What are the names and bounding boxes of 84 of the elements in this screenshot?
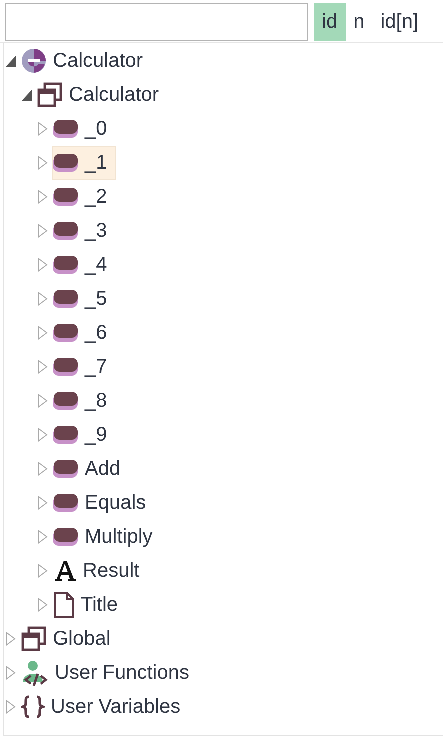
tree-item[interactable]: _0 xyxy=(52,112,116,146)
tree-item-label: _2 xyxy=(85,186,108,208)
tree-item[interactable]: User Variables xyxy=(20,690,190,724)
tree-item[interactable]: Global xyxy=(20,622,120,656)
filter-mode-toggle[interactable]: id xyxy=(314,3,346,41)
button-shape-icon xyxy=(53,187,79,207)
expand-arrow-icon[interactable] xyxy=(37,258,49,272)
tree-item[interactable]: _3 xyxy=(52,214,116,248)
button-shape-icon xyxy=(53,425,79,445)
button-shape-icon xyxy=(53,221,79,241)
tree-item-label: _5 xyxy=(85,288,108,310)
button-shape-icon xyxy=(53,119,79,139)
expand-arrow-icon[interactable] xyxy=(37,122,49,136)
tree-item[interactable]: User Functions xyxy=(20,656,198,690)
tree-item-label: _8 xyxy=(85,390,108,412)
tree-item[interactable]: _6 xyxy=(52,316,116,350)
tree-item-label: Result xyxy=(83,560,140,582)
tree-item[interactable]: _1 xyxy=(52,146,116,180)
tree-item[interactable]: _2 xyxy=(52,180,116,214)
tree-item-label: _6 xyxy=(85,322,108,344)
button-shape-icon xyxy=(53,323,79,343)
person-code-icon xyxy=(21,660,49,686)
button-shape-icon xyxy=(53,493,79,513)
expand-arrow-icon[interactable] xyxy=(37,360,49,374)
tree-item[interactable]: _5 xyxy=(52,282,116,316)
expand-arrow-icon[interactable] xyxy=(37,190,49,204)
tree-item[interactable]: Calculator xyxy=(20,44,152,78)
letter-icon xyxy=(53,560,77,582)
tree-item[interactable]: Multiply xyxy=(52,520,162,554)
tree-item[interactable]: Add xyxy=(52,452,130,486)
tree-item[interactable]: Result xyxy=(52,554,149,588)
tree-item-label: _7 xyxy=(85,356,108,378)
collapse-arrow-icon[interactable] xyxy=(5,54,17,68)
tree-item-label: User Functions xyxy=(55,662,190,684)
search-field[interactable] xyxy=(5,3,308,41)
tree-item[interactable]: Equals xyxy=(52,486,156,520)
tree-item-label: _4 xyxy=(85,254,108,276)
tree-item-label: Calculator xyxy=(69,84,160,106)
circle-logo-icon xyxy=(21,48,47,74)
expand-arrow-icon[interactable] xyxy=(37,530,49,544)
expand-arrow-icon[interactable] xyxy=(37,564,49,578)
tree-item[interactable]: _8 xyxy=(52,384,116,418)
collapse-arrow-icon[interactable] xyxy=(21,88,33,102)
windows-icon xyxy=(21,626,47,652)
tree-item[interactable]: _9 xyxy=(52,418,116,452)
tree-item-label: _1 xyxy=(85,152,108,174)
button-shape-icon xyxy=(53,459,79,479)
tree-item[interactable]: Calculator xyxy=(36,78,168,112)
expand-arrow-icon[interactable] xyxy=(5,666,17,680)
tree-item-label: _9 xyxy=(85,424,108,446)
tree-item-label: Multiply xyxy=(85,526,153,548)
expand-arrow-icon[interactable] xyxy=(37,224,49,238)
expand-arrow-icon[interactable] xyxy=(37,496,49,510)
expand-arrow-icon[interactable] xyxy=(37,462,49,476)
button-shape-icon xyxy=(53,357,79,377)
tree-item-label: Add xyxy=(85,458,121,480)
windows-icon xyxy=(37,82,63,108)
braces-icon xyxy=(21,695,45,719)
tree-item-label: Title xyxy=(81,594,118,616)
expand-arrow-icon[interactable] xyxy=(37,428,49,442)
expand-arrow-icon[interactable] xyxy=(37,598,49,612)
tree-item-label: User Variables xyxy=(51,696,181,718)
button-shape-icon xyxy=(53,391,79,411)
tree-item[interactable]: _4 xyxy=(52,248,116,282)
document-icon xyxy=(53,592,75,618)
button-shape-icon xyxy=(53,255,79,275)
tree-item[interactable]: Title xyxy=(52,588,128,622)
tree-item-label: _3 xyxy=(85,220,108,242)
expand-arrow-icon[interactable] xyxy=(37,292,49,306)
button-shape-icon xyxy=(53,289,79,309)
expand-arrow-icon[interactable] xyxy=(37,326,49,340)
expand-arrow-icon[interactable] xyxy=(5,700,17,714)
tree-item-label: Global xyxy=(53,628,111,650)
filter-mode-toggle[interactable]: id[n] xyxy=(372,3,427,41)
expand-arrow-icon[interactable] xyxy=(37,156,49,170)
button-shape-icon xyxy=(53,153,79,173)
tree-item[interactable]: _7 xyxy=(52,350,116,384)
expand-arrow-icon[interactable] xyxy=(37,394,49,408)
tree-item-label: Equals xyxy=(85,492,146,514)
expand-arrow-icon[interactable] xyxy=(5,632,17,646)
filter-mode-toggle[interactable]: n xyxy=(346,3,373,41)
tree-item-label: Calculator xyxy=(53,50,144,72)
button-shape-icon xyxy=(53,527,79,547)
tree-item-label: _0 xyxy=(85,118,108,140)
